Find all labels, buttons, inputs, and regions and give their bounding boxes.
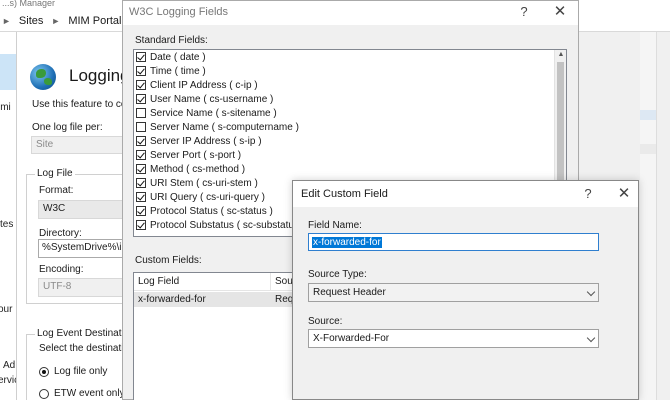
field-name-input[interactable]: x-forwarded-for <box>308 233 599 251</box>
field-label: Protocol Status ( sc-status ) <box>150 205 273 217</box>
source-type-label: Source Type: <box>308 269 367 280</box>
field-uri-query-row[interactable]: URI Query ( cs-uri-query ) <box>136 190 265 204</box>
left-pane-text: our <box>0 304 13 315</box>
help-icon[interactable]: ? <box>577 185 599 203</box>
left-pane-text: imi <box>0 102 11 113</box>
field-name-value: x-forwarded-for <box>312 237 382 248</box>
feature-title: Logging <box>69 66 127 85</box>
checkbox[interactable] <box>136 66 146 76</box>
select-destination-label: Select the destinati... <box>39 343 127 354</box>
connections-pane: imi tes our Ad ervic <box>0 32 17 400</box>
radio-log-file-only[interactable] <box>39 367 49 377</box>
source-type-value: Request Header <box>313 287 386 298</box>
source-value: X-Forwarded-For <box>313 333 390 344</box>
field-label: URI Stem ( cs-uri-stem ) <box>150 177 258 189</box>
scroll-up-icon[interactable]: ▲ <box>555 51 566 58</box>
field-user-name-row[interactable]: User Name ( cs-username ) <box>136 92 273 106</box>
field-protocol-substatus-row[interactable]: Protocol Substatus ( sc-substatus ) <box>136 218 305 232</box>
left-pane-text: ervic <box>0 375 16 386</box>
checkbox[interactable] <box>136 220 146 230</box>
checkbox[interactable] <box>136 136 146 146</box>
field-label: URI Query ( cs-uri-query ) <box>150 191 266 203</box>
column-log-field[interactable]: Log Field <box>138 276 179 287</box>
chevron-down-icon[interactable] <box>586 287 596 297</box>
field-uri-stem-row[interactable]: URI Stem ( cs-uri-stem ) <box>136 176 258 190</box>
field-server-name-row[interactable]: Server Name ( s-computername ) <box>136 120 299 134</box>
ecf-titlebar: Edit Custom Field ? ✕ <box>293 181 638 207</box>
field-label: Date ( date ) <box>150 51 206 63</box>
close-icon[interactable]: ✕ <box>613 185 635 203</box>
checkbox[interactable] <box>136 52 146 62</box>
breadcrumb-separator-icon: ► <box>51 15 61 26</box>
w3c-titlebar: W3C Logging Fields ? ✕ <box>123 1 578 25</box>
radio-etw-only-label: ETW event only <box>54 388 125 399</box>
one-log-file-label: One log file per: <box>32 122 103 133</box>
field-label: Server Name ( s-computername ) <box>150 121 299 133</box>
field-label: Protocol Substatus ( sc-substatus ) <box>150 219 306 231</box>
logging-feature-page: Logging Use this feature to co... One lo… <box>17 32 127 400</box>
encoding-select[interactable]: UTF-8 <box>38 278 127 297</box>
close-icon[interactable]: ✕ <box>549 3 571 21</box>
actions-scrollbar[interactable] <box>656 32 670 400</box>
field-name-label: Field Name: <box>308 220 362 231</box>
directory-label: Directory: <box>39 228 82 239</box>
help-icon[interactable]: ? <box>513 3 535 21</box>
field-label: Server Port ( s-port ) <box>150 149 242 161</box>
field-label: Method ( cs-method ) <box>150 163 246 175</box>
checkbox[interactable] <box>136 122 146 132</box>
left-pane-text: Ad <box>3 360 16 371</box>
format-label: Format: <box>39 185 74 196</box>
checkbox[interactable] <box>136 150 146 160</box>
column-divider[interactable] <box>270 273 271 291</box>
log-event-group-label: Log Event Destinati... <box>35 328 127 339</box>
custom-fields-label: Custom Fields: <box>135 255 202 266</box>
field-label: User Name ( cs-username ) <box>150 93 274 105</box>
log-file-group-label: Log File <box>35 168 75 179</box>
checkbox[interactable] <box>136 108 146 118</box>
directory-input[interactable]: %SystemDrive%\inet <box>38 239 127 258</box>
globe-icon <box>30 64 56 90</box>
one-log-file-select[interactable]: Site <box>31 136 127 154</box>
radio-etw-only[interactable] <box>39 389 49 399</box>
field-label: Client IP Address ( c-ip ) <box>150 79 258 91</box>
field-method-row[interactable]: Method ( cs-method ) <box>136 162 245 176</box>
selected-node-highlight <box>0 54 16 90</box>
checkbox[interactable] <box>136 94 146 104</box>
field-server-port-row[interactable]: Server Port ( s-port ) <box>136 148 241 162</box>
checkbox[interactable] <box>136 80 146 90</box>
field-time-row[interactable]: Time ( time ) <box>136 64 206 78</box>
breadcrumb-sites[interactable]: Sites <box>19 15 43 27</box>
checkbox[interactable] <box>136 192 146 202</box>
encoding-label: Encoding: <box>39 264 84 275</box>
chevron-down-icon[interactable] <box>586 333 596 343</box>
checkbox[interactable] <box>136 178 146 188</box>
source-select[interactable]: X-Forwarded-For <box>308 329 599 348</box>
feature-description: Use this feature to co... <box>32 99 127 110</box>
field-service-name-row[interactable]: Service Name ( s-sitename ) <box>136 106 277 120</box>
nav-chevron-icon[interactable]: ► <box>2 16 11 26</box>
checkbox[interactable] <box>136 164 146 174</box>
field-date-row[interactable]: Date ( date ) <box>136 50 206 64</box>
field-label: Time ( time ) <box>150 65 206 77</box>
source-type-select[interactable]: Request Header <box>308 283 599 302</box>
left-pane-text: tes <box>0 219 14 230</box>
field-protocol-status-row[interactable]: Protocol Status ( sc-status ) <box>136 204 273 218</box>
checkbox[interactable] <box>136 206 146 216</box>
cell-log-field: x-forwarded-for <box>138 294 206 305</box>
ecf-dialog-title: Edit Custom Field <box>301 188 388 200</box>
w3c-dialog-title: W3C Logging Fields <box>129 6 229 18</box>
field-label: Server IP Address ( s-ip ) <box>150 135 262 147</box>
format-select[interactable]: W3C <box>38 200 127 219</box>
field-client-ip-row[interactable]: Client IP Address ( c-ip ) <box>136 78 258 92</box>
field-server-ip-row[interactable]: Server IP Address ( s-ip ) <box>136 134 262 148</box>
source-label: Source: <box>308 316 343 327</box>
breadcrumb-mim-portal[interactable]: MIM Portal <box>68 15 121 27</box>
field-label: Service Name ( s-sitename ) <box>150 107 277 119</box>
standard-fields-label: Standard Fields: <box>135 35 208 46</box>
radio-log-file-only-label: Log file only <box>54 366 108 377</box>
